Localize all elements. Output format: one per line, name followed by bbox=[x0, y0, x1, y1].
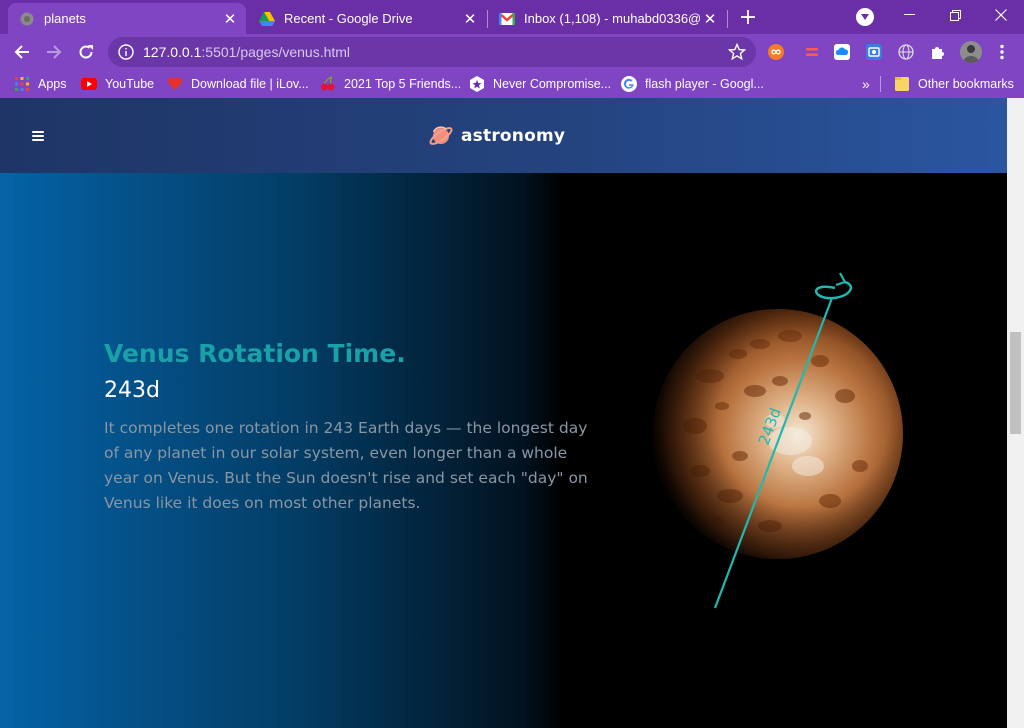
extension-cloud-icon[interactable] bbox=[834, 44, 850, 60]
planet-logo-icon bbox=[429, 126, 453, 145]
folder-icon bbox=[894, 76, 910, 92]
tab-google-drive[interactable]: Recent - Google Drive ✕ bbox=[248, 3, 486, 34]
browser-menu-icon[interactable] bbox=[994, 44, 1010, 60]
bookmarks-bar: Apps YouTube Download file | iLov... 202… bbox=[0, 70, 1024, 98]
tab-search-icon[interactable] bbox=[856, 8, 874, 26]
bookmark-flash-player[interactable]: flash player - Googl... bbox=[621, 76, 764, 92]
close-window-button[interactable] bbox=[978, 0, 1024, 30]
heart-icon bbox=[167, 76, 183, 92]
globe-icon bbox=[19, 11, 35, 27]
page-viewport: astronomy Venus Rotation Time. 243d It c… bbox=[0, 98, 1007, 728]
restore-button[interactable] bbox=[932, 0, 978, 30]
tab-title: Inbox (1,108) - muhabd0336@gm bbox=[524, 11, 700, 26]
gmail-icon bbox=[499, 11, 515, 27]
reload-button[interactable] bbox=[72, 38, 100, 66]
extension-globe-icon[interactable] bbox=[898, 44, 914, 60]
venus-planet bbox=[653, 309, 903, 559]
badge-icon bbox=[469, 76, 485, 92]
tab-planets[interactable]: planets ✕ bbox=[8, 3, 246, 34]
extension-infinity-icon[interactable] bbox=[768, 44, 784, 60]
bookmark-label: Other bookmarks bbox=[918, 77, 1014, 91]
bookmark-label: Never Compromise... bbox=[493, 77, 612, 91]
back-button[interactable] bbox=[8, 38, 36, 66]
profile-avatar[interactable] bbox=[960, 41, 982, 63]
bookmark-star-icon[interactable] bbox=[728, 43, 746, 61]
bookmark-label: Download file | iLov... bbox=[191, 77, 309, 91]
address-bar[interactable]: 127.0.0.1:5501/pages/venus.html bbox=[108, 37, 756, 67]
new-tab-button[interactable]: + bbox=[736, 5, 760, 30]
hamburger-menu-icon[interactable] bbox=[32, 131, 44, 141]
url-text: 127.0.0.1:5501/pages/venus.html bbox=[143, 44, 351, 60]
google-icon bbox=[621, 76, 637, 92]
bookmark-apps[interactable]: Apps bbox=[14, 76, 67, 92]
browser-tab-strip: planets ✕ Recent - Google Drive ✕ Inbox … bbox=[0, 0, 1024, 34]
minimize-button[interactable] bbox=[886, 0, 932, 30]
site-info-icon[interactable] bbox=[118, 44, 134, 60]
bookmark-label: 2021 Top 5 Friends... bbox=[344, 77, 462, 91]
tab-divider bbox=[727, 10, 728, 28]
youtube-icon bbox=[81, 76, 97, 92]
tab-title: planets bbox=[44, 11, 86, 26]
scrollbar-thumb[interactable] bbox=[1010, 332, 1021, 434]
bookmark-friends[interactable]: 2021 Top 5 Friends... bbox=[320, 76, 461, 92]
close-tab-icon[interactable]: ✕ bbox=[700, 9, 720, 29]
tab-gmail[interactable]: Inbox (1,108) - muhabd0336@gm ✕ bbox=[488, 3, 726, 34]
bookmark-label: YouTube bbox=[105, 77, 155, 91]
bookmarks-overflow-button[interactable]: » bbox=[862, 76, 870, 92]
brand-name: astronomy bbox=[461, 126, 566, 146]
bookmarks-divider bbox=[880, 76, 881, 92]
google-drive-icon bbox=[259, 11, 275, 27]
bookmark-other[interactable]: Other bookmarks bbox=[894, 76, 1014, 92]
browser-toolbar: 127.0.0.1:5501/pages/venus.html bbox=[0, 34, 1024, 70]
apps-grid-icon bbox=[14, 76, 30, 92]
close-tab-icon[interactable]: ✕ bbox=[460, 9, 480, 29]
venus-illustration: 243d bbox=[640, 266, 920, 616]
bookmark-never-compromise[interactable]: Never Compromise... bbox=[469, 76, 611, 92]
tab-title: Recent - Google Drive bbox=[284, 11, 413, 26]
site-logo[interactable]: astronomy bbox=[428, 122, 565, 150]
rotation-value: 243d bbox=[104, 378, 160, 403]
bookmark-label: flash player - Googl... bbox=[645, 77, 764, 91]
cherry-icon bbox=[320, 76, 336, 92]
bookmark-label: Apps bbox=[38, 77, 67, 91]
close-tab-icon[interactable]: ✕ bbox=[220, 9, 240, 29]
bookmark-youtube[interactable]: YouTube bbox=[81, 76, 154, 92]
extensions-puzzle-icon[interactable] bbox=[930, 44, 946, 60]
section-description: It completes one rotation in 243 Earth d… bbox=[104, 419, 588, 512]
forward-button[interactable] bbox=[40, 38, 68, 66]
site-header: astronomy bbox=[0, 98, 1007, 173]
extension-equal-icon[interactable] bbox=[804, 44, 820, 60]
extension-screen-icon[interactable] bbox=[866, 44, 882, 60]
section-title: Venus Rotation Time. bbox=[104, 339, 406, 368]
bookmark-ilovepdf[interactable]: Download file | iLov... bbox=[167, 76, 309, 92]
